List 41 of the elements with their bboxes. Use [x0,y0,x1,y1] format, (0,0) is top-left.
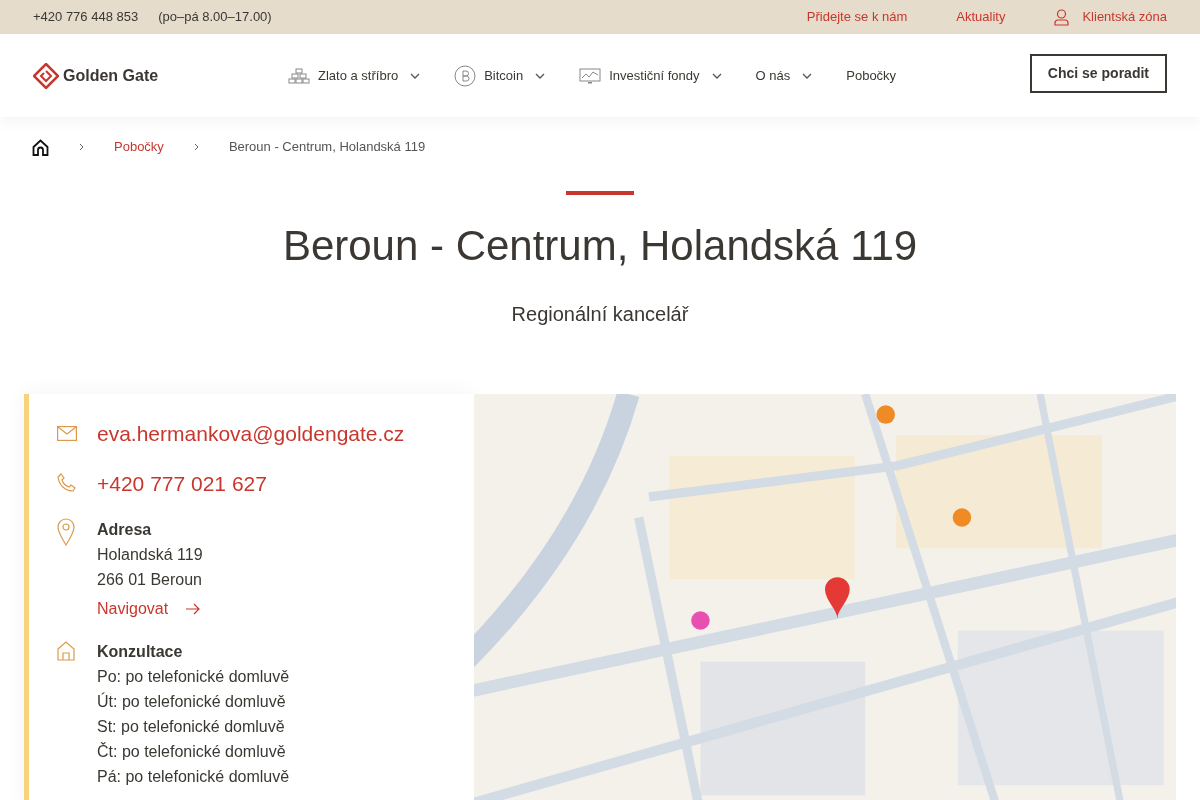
chart-monitor-icon [579,67,602,84]
breadcrumb-link[interactable]: Pobočky [114,137,164,157]
consult-button[interactable]: Chci se poradit [1029,54,1167,93]
consultation-hours: St: po telefonické domluvě [97,717,286,737]
page-subtitle: Regionální kancelář [511,302,689,327]
logo-icon [33,62,59,89]
address-line: 266 01 Beroun [97,570,203,590]
phone-number: +420 776 448 853 [33,8,139,27]
address-line: Holandská 119 [97,545,203,565]
opening-hours: (po–pá 8.00–17.00) [158,8,272,27]
breadcrumb-current: Beroun - Centrum, Holandská 119 [228,138,426,157]
consultation-heading: Konzultace [97,642,184,662]
phone-icon [57,473,77,494]
top-link[interactable]: Přidejte se k nám [806,7,908,27]
mail-icon [57,426,77,442]
address-heading: Adresa [97,520,153,540]
top-link[interactable]: Aktuality [956,7,1006,27]
nav-item[interactable]: Pobočky [846,65,897,86]
navigate-link[interactable]: Navigovat [97,596,203,621]
client-zone-link[interactable]: Klientská zóna [1082,7,1167,27]
nav-item[interactable]: Zlato a stříbro [288,65,421,86]
nav-item[interactable]: O nás [755,65,813,86]
house-icon [57,641,75,661]
consultation-hours: Út: po telefonické domluvě [97,691,287,712]
email-link[interactable]: eva.hermankova@goldengate.cz [97,418,405,450]
ingot-stack-icon [288,67,310,84]
user-icon [1054,8,1070,26]
phone-link[interactable]: +420 777 021 627 [97,467,267,499]
consultation-hours: Pá: po telefonické domluvě [97,767,290,787]
nav-item[interactable]: Investiční fondy [579,65,722,86]
location-pin-icon [57,518,75,546]
arrow-right-icon [186,602,201,615]
bitcoin-icon [454,64,477,87]
logo-text: Golden Gate [63,65,159,86]
chevron-right-icon [193,143,199,151]
page-title: Beroun - Centrum, Holandská 119 [282,221,918,271]
home-icon[interactable] [32,138,49,156]
nav-item[interactable]: Bitcoin [454,64,546,87]
consultation-hours: Čt: po telefonické domluvě [97,741,287,762]
consultation-hours: Po: po telefonické domluvě [97,667,290,687]
chevron-right-icon [79,143,84,151]
